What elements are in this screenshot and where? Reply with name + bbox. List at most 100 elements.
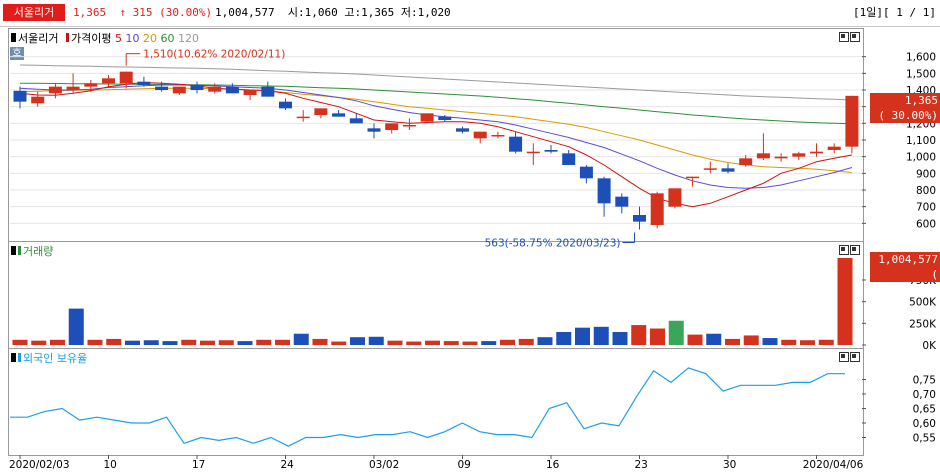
candle-body: [102, 78, 115, 84]
x-axis-label: 24: [281, 459, 295, 471]
volume-bar: [200, 340, 215, 345]
x-axis-label: 23: [635, 459, 648, 471]
x-axis-label: 16: [546, 459, 560, 471]
volume-bar: [462, 341, 478, 345]
volume-bar: [650, 328, 665, 345]
volume-tag: 1,004,577: [870, 252, 940, 267]
volume-bar: [556, 332, 572, 345]
volume-tick-label: 0K: [922, 340, 937, 352]
volume-bar: [181, 339, 197, 345]
price-tick-label: 1,000: [906, 152, 936, 164]
candle-body: [810, 151, 823, 154]
volume-bar: [537, 337, 553, 345]
candle-body: [349, 118, 363, 124]
volume-bar: [293, 333, 309, 345]
candle-body: [261, 86, 275, 97]
candle-body: [119, 71, 133, 84]
candle-body: [526, 151, 540, 154]
x-axis-label: 17: [192, 459, 205, 471]
candle-body: [332, 113, 346, 117]
volume-bar: [575, 327, 590, 345]
volume-bar: [425, 340, 440, 345]
volume-bar: [725, 338, 740, 345]
volume-bar: [837, 258, 853, 345]
candle-body: [172, 86, 186, 94]
volume-bar: [743, 335, 759, 345]
candle-body: [756, 153, 770, 159]
volume-bar: [162, 341, 178, 345]
volume-bar: [256, 339, 272, 345]
foreign-tick-label: 0,55: [913, 433, 936, 445]
volume-bar: [350, 337, 365, 345]
volume-bar: [781, 339, 797, 345]
foreign-tick-label: 0,75: [913, 375, 936, 387]
last-price-tag: 1,365: [870, 93, 940, 108]
volume-bar: [143, 340, 159, 345]
foreign-tick-label: 0,70: [913, 389, 936, 401]
candle-body: [827, 146, 841, 150]
candle-body: [721, 168, 735, 172]
ma10-line: [19, 84, 853, 189]
candle-body: [137, 81, 151, 85]
candle-body: [314, 108, 328, 115]
foreign-ownership-line: [10, 367, 845, 447]
volume-bar: [387, 340, 403, 345]
price-tick-label: 1,600: [906, 52, 936, 64]
price-tick-label: 1,500: [906, 68, 936, 80]
candle-body: [385, 123, 399, 130]
candle-body: [739, 158, 753, 165]
volume-bar: [218, 340, 234, 345]
last-price-pct-tag: ( 30.00%): [870, 108, 940, 123]
foreign-tick-label: 0,65: [913, 404, 936, 416]
candle-body: [456, 128, 469, 132]
volume-bar: [275, 339, 290, 345]
volume-bar: [500, 339, 515, 345]
volume-bar: [87, 339, 103, 345]
x-axis-label: 03/02: [369, 459, 399, 471]
volume-bar: [68, 308, 84, 345]
candle-body: [31, 96, 45, 104]
candle-body: [225, 86, 239, 94]
foreign-tick-label: 0,60: [913, 418, 936, 430]
volume-bar: [668, 320, 684, 345]
candle-body: [633, 215, 646, 222]
low-marker-label: 563(-58.75% 2020/03/23): [485, 238, 621, 250]
candle-body: [509, 136, 523, 152]
volume-tick-label: 500K: [909, 297, 937, 309]
chart-canvas: 6007008009001,0001,1001,2001,3001,4001,5…: [9, 49, 937, 471]
volume-pct-tag: ( 1641.49%): [870, 267, 940, 296]
x-axis-label: 10: [104, 459, 117, 471]
volume-bar: [593, 326, 609, 345]
candle-body: [402, 125, 416, 127]
candle-body: [562, 153, 576, 165]
candle-body: [367, 128, 381, 132]
candle-body: [792, 153, 806, 157]
volume-bar: [762, 338, 778, 345]
candle-body: [48, 86, 62, 94]
candle-body: [208, 86, 222, 92]
candle-body: [66, 86, 80, 90]
candle-body: [155, 86, 169, 90]
candle-body: [579, 166, 593, 179]
candle-body: [491, 135, 505, 137]
candle-body: [703, 168, 717, 170]
volume-bar: [125, 340, 140, 345]
volume-bar: [818, 339, 834, 345]
high-marker-label: 1,510(10.62% 2020/02/11): [143, 49, 285, 61]
x-axis-label: 2020/02/03: [9, 459, 70, 471]
candle-body: [615, 196, 629, 207]
volume-bar: [31, 340, 47, 345]
candle-body: [668, 188, 682, 207]
volume-bar: [331, 341, 347, 345]
volume-bar: [50, 339, 65, 345]
ma20-line: [19, 87, 852, 173]
volume-bar: [312, 338, 328, 345]
volume-bar: [12, 339, 28, 345]
volume-bar: [406, 341, 422, 345]
candle-body: [473, 131, 487, 139]
candle-body: [544, 150, 558, 152]
candle-body: [597, 178, 611, 204]
candle-body: [686, 176, 700, 179]
ma5-line: [19, 81, 852, 208]
volume-bar: [800, 340, 815, 345]
